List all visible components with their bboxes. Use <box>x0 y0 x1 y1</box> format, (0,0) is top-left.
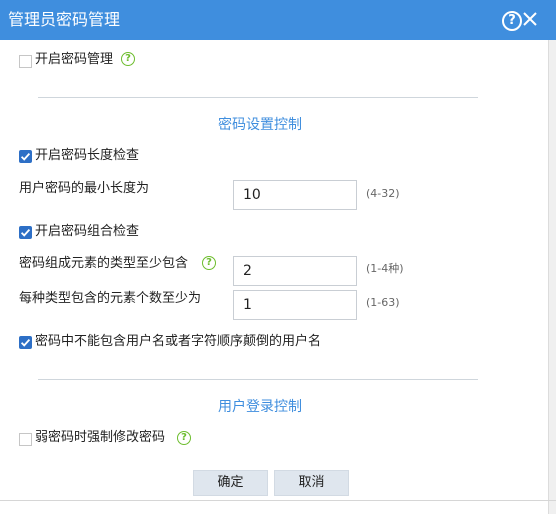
no-username-checkbox[interactable] <box>19 336 32 349</box>
question-circle-icon[interactable]: ? <box>202 256 216 270</box>
min-types-range: (1-4种) <box>366 262 404 275</box>
min-per-type-input[interactable] <box>233 290 357 320</box>
enable-combination-check-checkbox[interactable] <box>19 226 32 239</box>
help-circle-icon[interactable]: ? <box>502 11 522 31</box>
question-circle-icon[interactable]: ? <box>177 431 191 445</box>
min-types-label: 密码组成元素的类型至少包含 <box>19 256 189 271</box>
enable-password-management-label: 开启密码管理 <box>35 52 114 67</box>
min-types-input[interactable] <box>233 256 357 286</box>
enable-password-management-checkbox[interactable] <box>19 55 32 68</box>
dialog-scrollbar[interactable] <box>548 40 556 514</box>
divider <box>38 379 478 380</box>
close-icon[interactable] <box>520 8 540 30</box>
section-title-login-control: 用户登录控制 <box>218 399 302 415</box>
ok-button[interactable]: 确定 <box>193 470 268 496</box>
force-weak-change-label: 弱密码时强制修改密码 <box>35 430 166 445</box>
min-length-range: (4-32) <box>366 187 400 200</box>
question-circle-icon[interactable]: ? <box>121 52 135 66</box>
min-length-input[interactable] <box>233 180 357 210</box>
enable-combination-check-label: 开启密码组合检查 <box>35 224 140 239</box>
section-title-password-settings: 密码设置控制 <box>218 117 302 133</box>
min-per-type-range: (1-63) <box>366 296 400 309</box>
dialog-title: 管理员密码管理 <box>8 10 121 29</box>
enable-length-check-checkbox[interactable] <box>19 150 32 163</box>
enable-length-check-label: 开启密码长度检查 <box>35 148 140 163</box>
min-per-type-label: 每种类型包含的元素个数至少为 <box>19 291 202 306</box>
dialog-bottom-border <box>0 500 556 501</box>
divider <box>38 97 478 98</box>
force-weak-change-checkbox[interactable] <box>19 433 32 446</box>
cancel-button[interactable]: 取消 <box>274 470 349 496</box>
min-length-label: 用户密码的最小长度为 <box>19 181 150 196</box>
no-username-label: 密码中不能包含用户名或者字符顺序颠倒的用户名 <box>35 334 322 349</box>
dialog-titlebar: 管理员密码管理 ? <box>0 0 556 40</box>
